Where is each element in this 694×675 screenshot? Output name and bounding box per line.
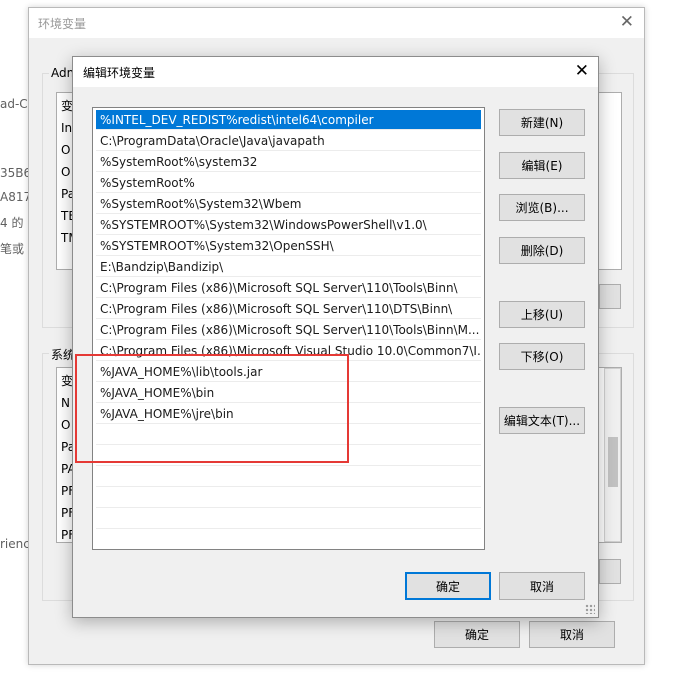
outer-ok-button[interactable]: 确定 — [434, 621, 520, 648]
background-text-fragment: rienc — [0, 537, 30, 551]
background-text-fragment: 笔或 — [0, 242, 25, 256]
list-item[interactable]: In — [61, 121, 72, 135]
path-list-item[interactable]: E:\Bandzip\Bandizip\ — [96, 257, 481, 277]
user-variables-delete-button[interactable] — [599, 284, 621, 309]
empty-list-row — [96, 467, 481, 487]
background-text-fragment: A817 — [0, 190, 32, 204]
outer-cancel-button[interactable]: 取消 — [529, 621, 615, 648]
outer-title-bar: 环境变量 ✕ — [29, 8, 644, 38]
edit-environment-variable-dialog: 编辑环境变量 ✕ %INTEL_DEV_REDIST%redist\intel6… — [72, 56, 599, 618]
path-list-item[interactable]: C:\ProgramData\Oracle\Java\javapath — [96, 131, 481, 151]
annotation-highlight-box — [75, 354, 349, 463]
move-down-button[interactable]: 下移(O) — [499, 343, 585, 370]
path-list-item[interactable]: %SYSTEMROOT%\System32\OpenSSH\ — [96, 236, 481, 256]
outer-window-title: 环境变量 — [38, 17, 87, 31]
new-button[interactable]: 新建(N) — [499, 109, 585, 136]
background-text-fragment: 4 的 — [0, 216, 24, 230]
path-list-item[interactable]: %SystemRoot% — [96, 173, 481, 193]
path-list-item[interactable]: C:\Program Files (x86)\Microsoft SQL Ser… — [96, 320, 481, 340]
empty-list-row — [96, 509, 481, 529]
dialog-title: 编辑环境变量 — [83, 66, 156, 80]
edit-text-button[interactable]: 编辑文本(T)... — [499, 407, 585, 434]
path-list-item[interactable]: C:\Program Files (x86)\Microsoft SQL Ser… — [96, 299, 481, 319]
move-up-button[interactable]: 上移(U) — [499, 301, 585, 328]
list-item[interactable]: O — [61, 418, 70, 432]
system-variables-delete-button[interactable] — [599, 559, 621, 584]
dialog-title-bar: 编辑环境变量 ✕ — [73, 57, 598, 87]
list-item[interactable]: N — [61, 396, 70, 410]
path-list[interactable]: %INTEL_DEV_REDIST%redist\intel64\compile… — [92, 107, 485, 550]
path-list-item[interactable]: %SYSTEMROOT%\System32\WindowsPowerShell\… — [96, 215, 481, 235]
scrollbar-thumb[interactable] — [608, 437, 618, 487]
path-list-item[interactable]: %SystemRoot%\system32 — [96, 152, 481, 172]
edit-button[interactable]: 编辑(E) — [499, 152, 585, 179]
path-list-item[interactable]: %INTEL_DEV_REDIST%redist\intel64\compile… — [96, 110, 481, 130]
system-list-scrollbar[interactable] — [604, 368, 621, 542]
path-list-item[interactable]: C:\Program Files (x86)\Microsoft SQL Ser… — [96, 278, 481, 298]
list-item[interactable]: O — [61, 165, 70, 179]
dialog-ok-button[interactable]: 确定 — [405, 572, 491, 600]
dialog-cancel-button[interactable]: 取消 — [499, 572, 585, 600]
browse-button[interactable]: 浏览(B)... — [499, 194, 585, 221]
list-item[interactable]: O — [61, 143, 70, 157]
outer-close-icon[interactable]: ✕ — [620, 12, 634, 32]
delete-button[interactable]: 删除(D) — [499, 237, 585, 264]
empty-list-row — [96, 488, 481, 508]
resize-grip-icon[interactable] — [585, 604, 595, 614]
path-list-item[interactable]: %SystemRoot%\System32\Wbem — [96, 194, 481, 214]
dialog-close-icon[interactable]: ✕ — [575, 61, 589, 81]
